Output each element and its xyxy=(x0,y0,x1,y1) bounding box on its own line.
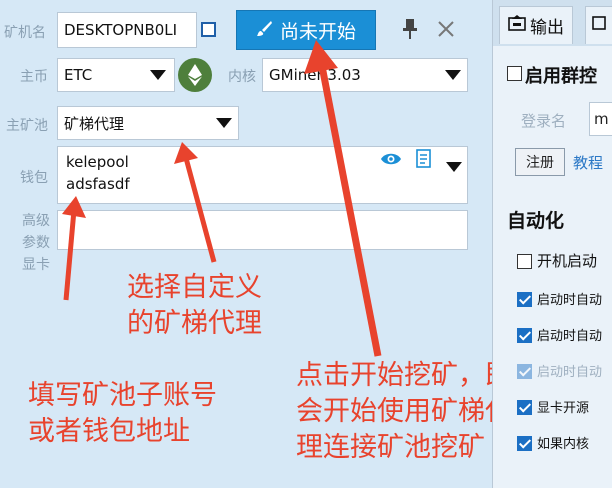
advanced-params-input[interactable] xyxy=(57,210,468,250)
tutorial-link[interactable]: 教程 xyxy=(573,152,603,173)
output-icon xyxy=(508,15,526,36)
start-mining-label: 尚未开始 xyxy=(279,20,356,43)
coin-label: 主币 xyxy=(20,69,48,85)
annotation-wallet-line-2: 或者钱包地址 xyxy=(28,416,190,447)
advanced-label-1: 高级 xyxy=(22,213,50,229)
register-button-label: 注册 xyxy=(526,155,554,171)
option-label-0: 开机启动 xyxy=(537,252,598,270)
annotation-wallet-hint: 填写矿池子账号 或者钱包地址 xyxy=(28,378,217,450)
login-name-label: 登录名 xyxy=(521,112,567,130)
tab-strip: 输出 xyxy=(493,0,612,46)
option-label-1: 启动时自动 xyxy=(537,293,603,308)
advanced-label-2: 参数 xyxy=(22,235,50,251)
option-checkbox-0[interactable] xyxy=(517,254,532,269)
group-control-label: 启用群控 xyxy=(525,66,597,87)
gpu-label: 显卡 xyxy=(22,257,50,273)
annotation-start-line-3: 理连接矿池挖矿 xyxy=(296,432,485,463)
chevron-down-icon xyxy=(445,70,461,80)
annotation-start-line-2: 会开始使用矿梯代 xyxy=(296,396,512,427)
register-button[interactable]: 注册 xyxy=(515,148,565,176)
option-label-2: 启动时自动 xyxy=(537,329,603,344)
kernel-label: 内核 xyxy=(228,69,256,85)
option-checkbox-1[interactable] xyxy=(517,292,532,307)
miner-name-label: 矿机名 xyxy=(4,25,46,41)
pool-select[interactable]: 矿梯代理 xyxy=(57,106,239,140)
annotation-pool-line-1: 选择自定义 xyxy=(127,272,262,303)
annotation-pool-hint: 选择自定义 的矿梯代理 xyxy=(127,270,262,342)
coin-value: ETC xyxy=(64,66,93,84)
option-checkbox-3[interactable] xyxy=(517,364,532,379)
miner-name-value: DESKTOPNB0LI xyxy=(64,21,178,39)
login-name-value: m xyxy=(594,110,609,128)
tab-next[interactable] xyxy=(585,6,612,44)
group-control-checkbox[interactable] xyxy=(507,66,522,81)
option-checkbox-2[interactable] xyxy=(517,328,532,343)
brush-icon xyxy=(256,19,274,42)
chevron-down-icon xyxy=(150,70,166,80)
annotation-pool-line-2: 的矿梯代理 xyxy=(127,308,262,339)
miner-config-panel: 矿机名 DESKTOPNB0LI 尚未开始 主币 ETC 内核 GMiner 3… xyxy=(0,0,512,488)
kernel-select[interactable]: GMiner 3.03 xyxy=(262,58,468,92)
wallet-line-2: adsfasdf xyxy=(66,175,130,193)
ethereum-classic-icon xyxy=(178,58,212,92)
automation-title: 自动化 xyxy=(507,210,565,232)
annotation-start-hint: 点击开始挖矿，即 会开始使用矿梯代 理连接矿池挖矿 xyxy=(296,358,512,466)
right-side-panel: 输出 启用群控 登录名 m 注册 教程 自动化 开机启动 启动时自动 启动时自动… xyxy=(492,0,612,488)
option-label-4: 显卡开源 xyxy=(537,401,590,416)
wallet-line-1: kelepool xyxy=(66,153,129,171)
wallet-textarea[interactable]: kelepool adsfasdf xyxy=(57,146,468,204)
annotation-start-line-1: 点击开始挖矿，即 xyxy=(296,360,512,391)
start-mining-button[interactable]: 尚未开始 xyxy=(236,10,376,50)
option-label-5: 如果内核 xyxy=(537,437,590,452)
chevron-down-icon[interactable] xyxy=(446,162,462,172)
pool-label: 主矿池 xyxy=(6,118,48,134)
option-checkbox-4[interactable] xyxy=(517,400,532,415)
login-name-input[interactable]: m xyxy=(589,102,612,136)
miner-name-input[interactable]: DESKTOPNB0LI xyxy=(57,12,197,48)
kernel-value: GMiner 3.03 xyxy=(269,66,361,84)
eye-icon[interactable] xyxy=(380,151,402,171)
close-icon[interactable] xyxy=(437,20,455,42)
tab-output-label: 输出 xyxy=(530,18,564,38)
tab-next-icon xyxy=(592,15,606,36)
pool-value: 矿梯代理 xyxy=(64,114,125,133)
option-checkbox-5[interactable] xyxy=(517,436,532,451)
wallet-label: 钱包 xyxy=(20,170,48,186)
tab-output[interactable]: 输出 xyxy=(499,6,573,44)
pin-icon[interactable] xyxy=(401,18,419,44)
document-icon[interactable] xyxy=(415,149,433,173)
chevron-down-icon xyxy=(216,118,232,128)
option-label-3: 启动时自动 xyxy=(537,365,603,380)
annotation-wallet-line-1: 填写矿池子账号 xyxy=(28,380,217,411)
miner-name-checkbox[interactable] xyxy=(201,22,216,37)
